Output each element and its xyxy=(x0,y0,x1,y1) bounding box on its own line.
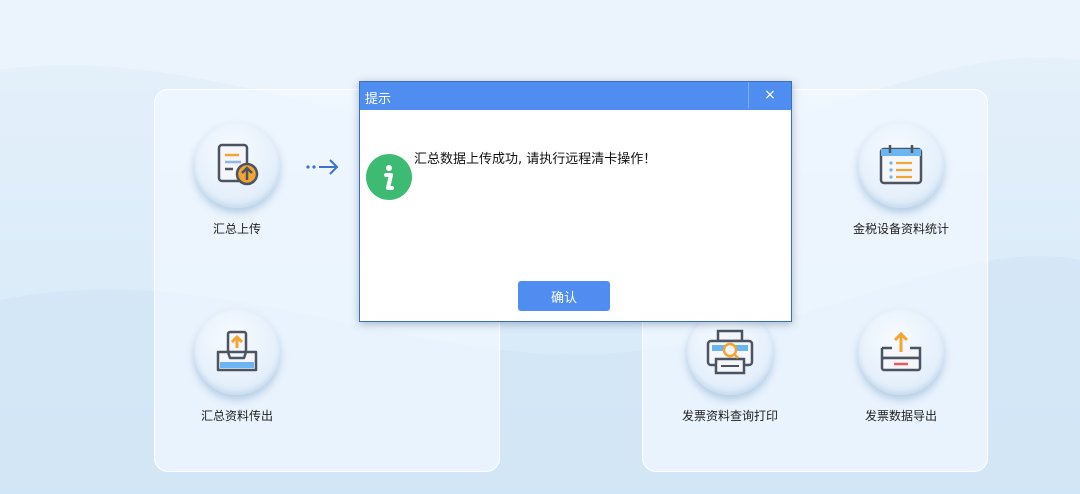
close-icon: × xyxy=(764,87,776,103)
dialog-message: 汇总数据上传成功, 请执行远程清卡操作！ xyxy=(414,152,657,167)
tray-export-icon xyxy=(858,309,944,395)
info-icon xyxy=(366,154,412,200)
tile-invoice-export[interactable]: 发票数据导出 xyxy=(831,309,971,424)
dialog-title: 提示 xyxy=(365,92,392,107)
close-button[interactable]: × xyxy=(748,82,791,108)
tile-summary-upload[interactable]: 汇总上传 xyxy=(167,122,307,237)
tile-label: 汇总资料传出 xyxy=(200,409,273,423)
confirm-button[interactable]: 确认 xyxy=(518,281,610,311)
tile-device-stats[interactable]: 金税设备资料统计 xyxy=(831,122,971,237)
calendar-list-icon xyxy=(858,122,944,208)
dialog-titlebar[interactable]: 提示 × xyxy=(360,82,791,110)
inbox-upload-icon xyxy=(194,309,280,395)
alert-dialog: 提示 × 汇总数据上传成功, 请执行远程清卡操作！ 确认 xyxy=(359,81,792,322)
dotted-arrow-right-icon xyxy=(306,159,339,175)
document-upload-icon xyxy=(194,122,280,208)
tile-summary-export[interactable]: 汇总资料传出 xyxy=(167,309,307,424)
tile-label: 汇总上传 xyxy=(212,222,261,236)
tile-label: 金税设备资料统计 xyxy=(852,222,949,236)
tile-invoice-print[interactable]: 发票资料查询打印 xyxy=(660,309,800,424)
tile-label: 发票数据导出 xyxy=(864,409,937,423)
tile-label: 发票资料查询打印 xyxy=(681,409,778,423)
